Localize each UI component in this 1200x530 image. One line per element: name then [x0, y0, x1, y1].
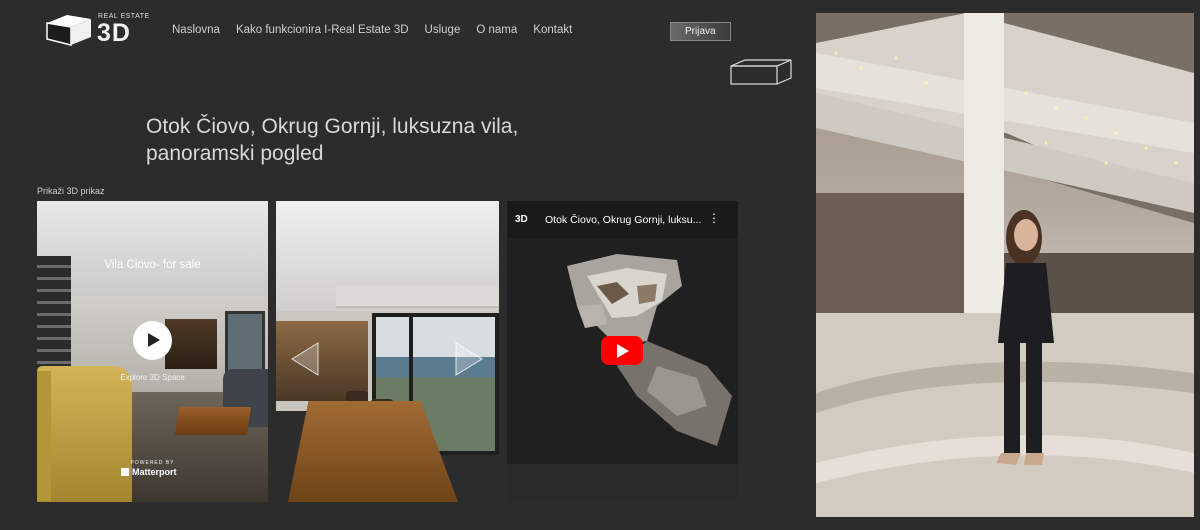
channel-avatar[interactable]: 3D: [515, 211, 537, 229]
matterport-mark-icon: [121, 468, 129, 476]
gallery-prev-button[interactable]: [290, 341, 320, 377]
agent-photo: [816, 13, 1194, 517]
video-header: 3D Otok Čiovo, Okrug Gornji, luksu... ⋮: [507, 201, 738, 238]
matterport-brand: Matterport: [132, 467, 177, 477]
space-title: Vila Ciovo- for sale: [104, 259, 201, 271]
matterport-logo[interactable]: Matterport: [121, 467, 177, 477]
gallery-card[interactable]: [276, 201, 499, 502]
page-title: Otok Čiovo, Okrug Gornji, luksuzna vila,…: [146, 115, 519, 165]
nav-item-how-it-works[interactable]: Kako funkcionira I-Real Estate 3D: [236, 24, 409, 36]
powered-by-label: POWERED BY: [130, 460, 175, 466]
video-title[interactable]: Otok Čiovo, Okrug Gornji, luksu...: [545, 214, 720, 226]
video-footer-bar: [507, 464, 738, 502]
matterport-tour-card[interactable]: Vila Ciovo- for sale Explore 3D Space PO…: [37, 201, 268, 502]
nav-item-about[interactable]: O nama: [476, 24, 517, 36]
youtube-video-card[interactable]: 3D Otok Čiovo, Okrug Gornji, luksu... ⋮: [507, 201, 738, 502]
nav-item-contact[interactable]: Kontakt: [533, 24, 572, 36]
show-3d-link[interactable]: Prikaži 3D prikaz: [37, 186, 105, 196]
site-logo[interactable]: REAL ESTATE 3D: [45, 13, 157, 47]
main-nav: Naslovna Kako funkcionira I-Real Estate …: [172, 24, 572, 36]
login-button[interactable]: Prijava: [670, 22, 731, 41]
dollhouse-model-image: [567, 254, 732, 446]
3d-view-icon[interactable]: [729, 58, 793, 86]
more-options-icon[interactable]: ⋮: [708, 211, 720, 225]
gallery-next-button[interactable]: [454, 341, 484, 377]
youtube-play-button[interactable]: [601, 336, 643, 365]
play-tour-button[interactable]: [133, 321, 172, 360]
nav-item-services[interactable]: Usluge: [425, 24, 461, 36]
logo-text: 3D: [97, 19, 131, 47]
explore-3d-label[interactable]: Explore 3D Space: [37, 373, 268, 382]
nav-item-home[interactable]: Naslovna: [172, 24, 220, 36]
logo-cube-icon: [46, 15, 91, 46]
lobby-photo-image: [816, 13, 1194, 517]
